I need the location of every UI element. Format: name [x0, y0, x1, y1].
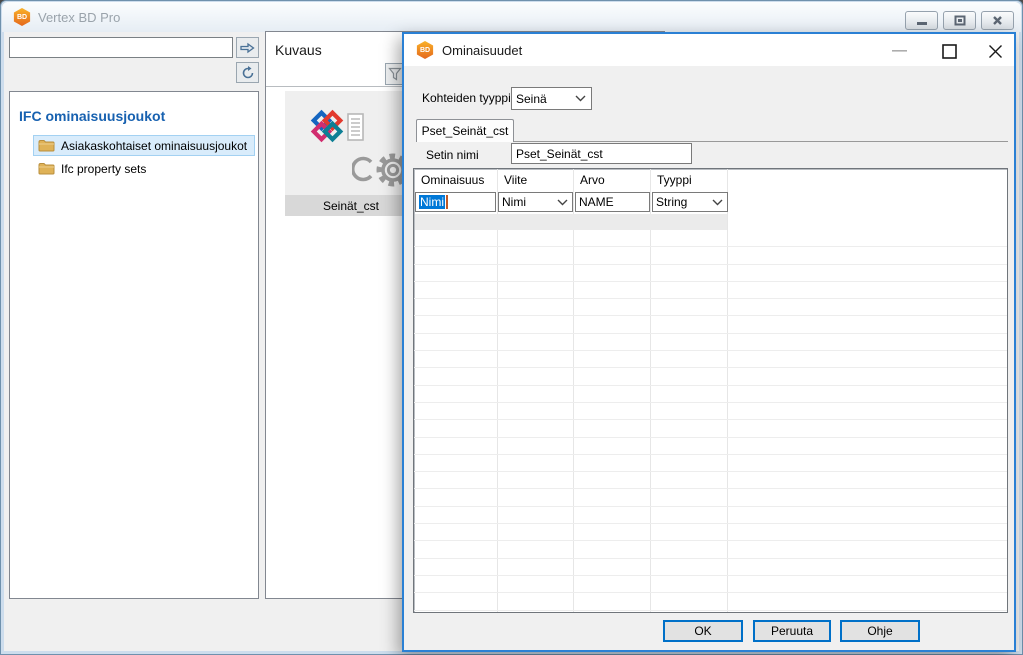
tree-item-ifc-property-sets[interactable]: Ifc property sets — [33, 158, 151, 179]
column-header-ominaisuus: Ominaisuus — [414, 169, 497, 191]
c-arc-icon — [352, 155, 374, 183]
value-input[interactable]: NAME — [575, 192, 650, 212]
column-header-tyyppi: Tyyppi — [650, 169, 727, 191]
chevron-down-icon — [575, 95, 586, 102]
table-header-row: Ominaisuus Viite Arvo Tyyppi — [414, 169, 1007, 191]
ok-button[interactable]: OK — [663, 620, 743, 642]
object-type-value: Seinä — [516, 92, 547, 106]
help-button[interactable]: Ohje — [840, 620, 920, 642]
minimize-icon — [916, 16, 928, 26]
preview-panel-title: Kuvaus — [275, 42, 322, 58]
table-empty-row[interactable] — [414, 247, 1007, 264]
type-select[interactable]: String — [652, 192, 728, 212]
reference-value: Nimi — [502, 195, 526, 209]
table-empty-area — [414, 230, 1007, 612]
table-empty-row[interactable] — [414, 230, 1007, 247]
vertex-app-icon: BD — [13, 8, 31, 26]
table-empty-row[interactable] — [414, 559, 1007, 576]
table-empty-row[interactable] — [414, 265, 1007, 282]
tab-strip-line — [514, 141, 1008, 142]
table-empty-row[interactable] — [414, 282, 1007, 299]
table-empty-row[interactable] — [414, 524, 1007, 541]
table-empty-row[interactable] — [414, 507, 1007, 524]
tab-label: Pset_Seinät_cst — [422, 124, 509, 138]
table-next-row[interactable] — [415, 214, 727, 230]
set-name-label: Setin nimi — [426, 148, 479, 162]
dialog-close-button[interactable] — [980, 38, 1010, 64]
screen: BD Vertex BD Pro — [0, 0, 1023, 655]
table-empty-row[interactable] — [414, 403, 1007, 420]
table-empty-row[interactable] — [414, 438, 1007, 455]
reference-select[interactable]: Nimi — [498, 192, 573, 212]
tree-item-label: Ifc property sets — [61, 162, 146, 176]
cancel-button[interactable]: Peruuta — [753, 620, 831, 642]
column-header-arvo: Arvo — [573, 169, 650, 191]
selected-text: Nimi — [419, 195, 445, 209]
table-empty-row[interactable] — [414, 334, 1007, 351]
object-type-select[interactable]: Seinä — [511, 87, 592, 110]
chevron-down-icon — [712, 199, 723, 206]
property-set-tile[interactable] — [285, 91, 417, 195]
dialog-titlebar[interactable]: BD Ominaisuudet — [404, 34, 1014, 66]
refresh-button[interactable] — [236, 62, 259, 83]
arrow-right-icon — [240, 42, 255, 54]
value-text: NAME — [579, 195, 614, 209]
filter-funnel-icon — [388, 67, 402, 81]
search-go-button[interactable] — [236, 37, 259, 58]
ominaisuudet-dialog: BD Ominaisuudet Kohteiden tyyppi Seinä — [402, 32, 1016, 652]
maximize-icon — [954, 15, 966, 26]
property-name-input[interactable]: Nimi — [415, 192, 496, 212]
table-empty-row[interactable] — [414, 386, 1007, 403]
table-empty-row[interactable] — [414, 472, 1007, 489]
set-name-input[interactable]: Pset_Seinät_cst — [511, 143, 692, 164]
folder-icon — [38, 139, 55, 152]
dialog-maximize-button[interactable] — [934, 38, 964, 64]
folder-icon — [38, 162, 55, 175]
table-empty-row[interactable] — [414, 351, 1007, 368]
table-empty-row[interactable] — [414, 420, 1007, 437]
tree-header: IFC ominaisuusjoukot — [19, 108, 165, 124]
ifc-tree-panel: IFC ominaisuusjoukot Asiakaskohtaiset om… — [9, 91, 259, 599]
dialog-title: Ominaisuudet — [442, 43, 522, 58]
maximize-button[interactable] — [943, 11, 976, 30]
dialog-minimize-button[interactable] — [884, 38, 914, 64]
table-empty-row[interactable] — [414, 541, 1007, 558]
column-header-viite: Viite — [497, 169, 573, 191]
table-empty-row[interactable] — [414, 576, 1007, 593]
table-empty-row[interactable] — [414, 316, 1007, 333]
table-empty-row[interactable] — [414, 368, 1007, 385]
table-empty-row[interactable] — [414, 299, 1007, 316]
object-type-label: Kohteiden tyyppi — [422, 91, 511, 105]
close-icon — [988, 44, 1003, 59]
property-set-tile-label[interactable]: Seinät_cst — [285, 195, 417, 216]
tree-item-asiakaskohtaiset[interactable]: Asiakaskohtaiset ominaisuusjoukot — [33, 135, 255, 156]
properties-table: Ominaisuus Viite Arvo Tyyppi Nimi Nimi N… — [413, 168, 1008, 613]
type-value: String — [656, 195, 687, 209]
property-set-icon — [308, 107, 346, 145]
tree-item-label: Asiakaskohtaiset ominaisuusjoukot — [61, 139, 247, 153]
close-button[interactable] — [981, 11, 1014, 30]
document-list-icon — [347, 113, 364, 141]
table-empty-row[interactable] — [414, 593, 1007, 610]
close-icon — [992, 15, 1003, 26]
text-caret — [446, 195, 448, 209]
tab-pset-seinat-cst[interactable]: Pset_Seinät_cst — [416, 119, 514, 142]
main-window-title: Vertex BD Pro — [38, 10, 120, 25]
minimize-icon — [892, 49, 907, 53]
set-name-value: Pset_Seinät_cst — [516, 147, 603, 161]
table-row: Nimi Nimi NAME String — [414, 191, 1007, 213]
minimize-button[interactable] — [905, 11, 938, 30]
refresh-icon — [241, 66, 255, 80]
maximize-icon — [942, 44, 957, 59]
table-empty-row[interactable] — [414, 455, 1007, 472]
search-input[interactable] — [9, 37, 233, 58]
chevron-down-icon — [557, 199, 568, 206]
dialog-app-icon: BD — [416, 41, 434, 59]
table-empty-row[interactable] — [414, 489, 1007, 506]
main-titlebar[interactable]: BD Vertex BD Pro — [2, 2, 1021, 32]
